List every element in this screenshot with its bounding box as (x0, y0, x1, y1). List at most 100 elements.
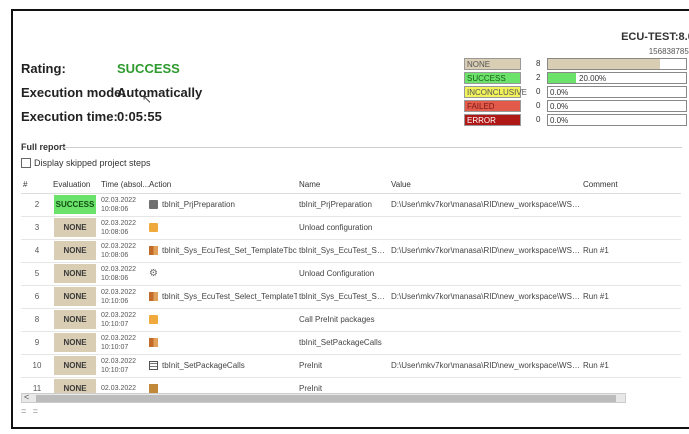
execution-mode-value: Automatically (117, 85, 203, 100)
value-cell: D:\User\mkv7kor\manasa\RID\new_workspace… (389, 354, 581, 378)
bottom-toolbar: = = (21, 406, 41, 416)
time-cell: 02.03.2022 10:08:06 (99, 216, 147, 240)
table-row[interactable]: 11 NONE 02.03.2022 PreInit (21, 377, 681, 394)
date-text: 02.03.2022 (101, 288, 137, 296)
time-cell: 02.03.2022 10:10:07 (99, 308, 147, 332)
column-header[interactable]: Evaluation (51, 176, 99, 194)
action-cell (147, 308, 297, 332)
execution-time-label: Execution time: (21, 109, 118, 124)
time-text: 10:10:06 (101, 297, 129, 305)
evaluation-cell: NONE (51, 262, 99, 286)
name-cell: tbInit_Sys_EcuTest_Select_... (297, 285, 389, 309)
stat-bar: 0.0% (547, 86, 687, 98)
table-row[interactable]: 4 NONE 02.03.2022 10:08:06 tbInit_Sys_EcuTes… (21, 239, 681, 263)
row-number: 2 (21, 193, 51, 217)
execution-mode-label: Execution mode: (21, 85, 126, 100)
action-text: tbInit_Sys_EcuTest_Set_TemplateTbcTcf (162, 246, 297, 255)
time-cell: 02.03.2022 10:10:06 (99, 285, 147, 309)
date-text: 02.03.2022 (101, 265, 137, 273)
full-report-title: Full report (21, 142, 66, 152)
column-header[interactable]: Value (389, 176, 581, 194)
stat-label: ERROR (464, 114, 521, 126)
row-number: 6 (21, 285, 51, 309)
grid-icon (149, 246, 158, 255)
table-row[interactable]: 6 NONE 02.03.2022 10:10:06 tbInit_Sys_EcuTes… (21, 285, 681, 309)
rating-row: Rating: SUCCESS (21, 61, 180, 76)
evaluation-badge: NONE (54, 310, 96, 329)
table-header-row: # Evaluation Time (absol... Action Name Value… (21, 176, 681, 194)
date-text: 02.03.2022 (101, 385, 137, 392)
column-header[interactable]: Comment (581, 176, 681, 194)
stat-bar: 0.0% (547, 114, 687, 126)
table-row[interactable]: 10 NONE 02.03.2022 10:10:07 tbInit_SetPackag… (21, 354, 681, 378)
column-header[interactable]: Action (147, 176, 297, 194)
evaluation-badge: NONE (54, 356, 96, 375)
stat-count: 0 (536, 115, 541, 124)
action-cell: tbInit_Sys_EcuTest_Set_TemplateTbcTcf (147, 239, 297, 263)
time-cell: 02.03.2022 10:10:07 (99, 354, 147, 378)
column-header[interactable]: # (21, 176, 51, 194)
table-row[interactable]: 9 NONE 02.03.2022 10:10:07 tbInit_SetPackage… (21, 331, 681, 355)
time-text: 10:08:06 (101, 205, 129, 213)
evaluation-badge: NONE (54, 264, 96, 283)
mouse-cursor-icon: ↖ (142, 92, 153, 106)
report-table: # Evaluation Time (absol... Action Name Value… (21, 176, 681, 394)
value-cell (389, 308, 581, 332)
evaluation-cell: NONE (51, 285, 99, 309)
comment-cell: Run #1 (581, 239, 681, 263)
grid-icon (149, 292, 158, 301)
evaluation-cell: NONE (51, 216, 99, 240)
action-cell (147, 331, 297, 355)
scrollbar-thumb[interactable] (36, 395, 616, 402)
comment-cell: Run #1 (581, 285, 681, 309)
stat-bar: 0.0% (547, 100, 687, 112)
row-number: 3 (21, 216, 51, 240)
table-row[interactable]: 8 NONE 02.03.2022 10:10:07 Call PreInit pack… (21, 308, 681, 332)
time-cell: 02.03.2022 10:08:06 (99, 262, 147, 286)
stat-label: FAILED (464, 100, 521, 112)
comment-cell (581, 308, 681, 332)
folder-icon (149, 223, 158, 232)
table-row[interactable]: 2 SUCCESS 02.03.2022 10:08:06 tbInit_PrjPrep… (21, 193, 681, 217)
section-divider (62, 147, 682, 148)
horizontal-scrollbar[interactable]: < (21, 392, 626, 403)
execution-time-value: 0:05:55 (117, 109, 162, 124)
stat-label: SUCCESS (464, 72, 521, 84)
skip-steps-checkbox[interactable] (21, 158, 31, 168)
name-cell: PreInit (297, 377, 389, 394)
column-header[interactable]: Name (297, 176, 389, 194)
evaluation-cell: NONE (51, 239, 99, 263)
value-cell: D:\User\mkv7kor\manasa\RID\new_workspace… (389, 193, 581, 217)
stat-label: INCONCLUSIVE (464, 86, 527, 98)
stat-count: 0 (536, 87, 541, 96)
execution-time-row: Execution time: 0:05:55 (21, 109, 162, 124)
time-text: 10:08:06 (101, 274, 129, 282)
skip-steps-toggle[interactable]: Display skipped project steps (21, 158, 151, 168)
evaluation-badge: NONE (54, 241, 96, 260)
date-text: 02.03.2022 (101, 242, 137, 250)
comment-cell: Run #1 (581, 354, 681, 378)
scroll-left-arrow[interactable]: < (24, 392, 29, 402)
row-number: 5 (21, 262, 51, 286)
date-text: 02.03.2022 (101, 334, 137, 342)
action-text: tbInit_Sys_EcuTest_Select_TemplateTbcTcf (162, 292, 297, 301)
evaluation-cell: NONE (51, 331, 99, 355)
stat-count: 2 (536, 73, 541, 82)
row-number: 9 (21, 331, 51, 355)
row-number: 4 (21, 239, 51, 263)
name-cell: tbInit_Sys_EcuTest_Set_Te... (297, 239, 389, 263)
value-cell: D:\User\mkv7kor\manasa\RID\new_workspace… (389, 285, 581, 309)
value-cell (389, 262, 581, 286)
action-cell: ⚙ (147, 262, 297, 286)
table-row[interactable]: 3 NONE 02.03.2022 10:08:06 Unload configurat… (21, 216, 681, 240)
table-row[interactable]: 5 NONE 02.03.2022 10:08:06 ⚙ Unload Configura… (21, 262, 681, 286)
name-cell: PreInit (297, 354, 389, 378)
stat-label: NONE (464, 58, 521, 70)
stat-percentage: 0.0% (550, 116, 569, 125)
time-cell: 02.03.2022 10:08:06 (99, 239, 147, 263)
column-header[interactable]: Time (absol... (99, 176, 149, 194)
product-id: 1568387855. P (648, 47, 689, 56)
action-cell (147, 377, 297, 394)
evaluation-cell: NONE (51, 354, 99, 378)
row-number: 10 (21, 354, 51, 378)
